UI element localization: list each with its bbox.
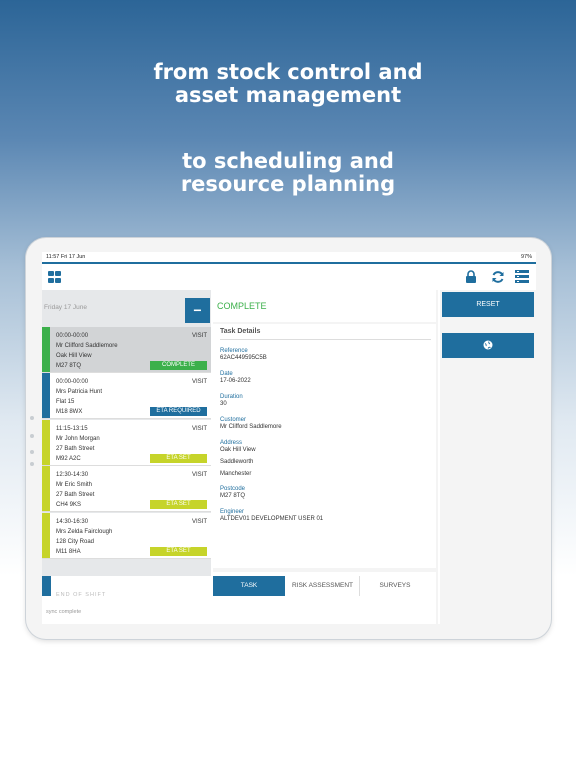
status-bar: 11:57 Fri 17 Jun 97% bbox=[42, 252, 536, 262]
headline-line: to scheduling and bbox=[182, 149, 394, 173]
card-type: VISIT bbox=[191, 333, 207, 339]
card-postcode: M18 8WX bbox=[56, 409, 83, 415]
status-color-bar bbox=[42, 513, 50, 558]
address-line: Oak Hill View bbox=[220, 447, 256, 453]
postcode-value: M27 8TQ bbox=[220, 493, 246, 499]
end-of-shift-marker bbox=[42, 576, 51, 596]
status-color-bar bbox=[42, 327, 50, 372]
tab-surveys[interactable]: SURVEYS bbox=[360, 576, 430, 596]
status-badge: ETA SET bbox=[150, 454, 207, 463]
tab-task[interactable]: TASK bbox=[213, 576, 285, 596]
end-of-shift-label: END OF SHIFT bbox=[56, 592, 107, 598]
card-type: VISIT bbox=[191, 519, 207, 525]
status-time: 11:57 Fri 17 Jun bbox=[46, 254, 86, 260]
status-color-bar bbox=[42, 373, 50, 418]
headline-scheduling: to scheduling and resource planning bbox=[0, 150, 576, 196]
schedule-card[interactable]: 14:30-16:30 VISIT Mrs Zelda Fairclough 128 … bbox=[42, 513, 211, 559]
status-color-bar bbox=[42, 466, 50, 511]
refresh-icon[interactable] bbox=[491, 270, 505, 284]
headline-line: resource planning bbox=[180, 172, 396, 196]
tablet-side-button bbox=[30, 434, 34, 438]
card-time: 12:30-14:30 bbox=[56, 472, 89, 478]
schedule-date: Friday 17 June bbox=[44, 304, 87, 311]
card-address: Flat 15 bbox=[56, 399, 75, 405]
card-postcode: CH4 9KS bbox=[56, 502, 82, 508]
engineer-value: ALTDEV01 DEVELOPMENT USER 01 bbox=[220, 516, 324, 522]
duration-value: 30 bbox=[220, 401, 227, 407]
card-postcode: M11 8HA bbox=[56, 549, 81, 555]
task-details-card: Task Details Reference 62AC449595C5B Dat… bbox=[213, 324, 436, 568]
tablet-side-button bbox=[30, 450, 34, 454]
card-time: 14:30-16:30 bbox=[56, 519, 89, 525]
postcode-label: Postcode bbox=[220, 486, 246, 492]
tablet-side-button bbox=[30, 416, 34, 420]
card-address: Oak Hill View bbox=[56, 353, 92, 359]
task-detail-panel: COMPLETE Task Details Reference 62AC4495… bbox=[213, 290, 438, 624]
card-postcode: M92 A2C bbox=[56, 456, 81, 462]
end-of-shift: END OF SHIFT bbox=[42, 576, 211, 624]
status-badge: ETA SET bbox=[150, 547, 207, 556]
address-label: Address bbox=[220, 440, 243, 446]
date-label: Date bbox=[220, 371, 233, 377]
date-value: 17-06-2022 bbox=[220, 378, 251, 384]
reset-button[interactable]: RESET bbox=[442, 292, 534, 317]
divider bbox=[220, 339, 431, 340]
task-status-header: COMPLETE bbox=[213, 290, 436, 322]
card-type: VISIT bbox=[191, 426, 207, 432]
schedule-card[interactable]: 11:15-13:15 VISIT Mr John Morgan 27 Bath St… bbox=[42, 420, 211, 466]
card-address: 27 Bath Street bbox=[56, 492, 95, 498]
grid-icon[interactable] bbox=[48, 271, 61, 283]
headline-line: from stock control and bbox=[153, 60, 423, 84]
collapse-button[interactable]: − bbox=[185, 298, 210, 323]
headline-stock-control: from stock control and asset management bbox=[0, 61, 576, 107]
schedule-card[interactable]: 12:30-14:30 VISIT Mr Eric Smith 27 Bath Str… bbox=[42, 466, 211, 512]
schedule-panel: Friday 17 June − 00:00-00:00 VISIT Mr Clif… bbox=[42, 290, 211, 624]
list-icon[interactable] bbox=[515, 270, 529, 284]
globe-icon bbox=[483, 340, 493, 350]
card-time: 11:15-13:15 bbox=[56, 426, 88, 432]
globe-button[interactable] bbox=[442, 333, 534, 358]
status-badge: ETA SET bbox=[150, 500, 207, 509]
app-screen: 11:57 Fri 17 Jun 97% Friday 17 June − 00… bbox=[42, 252, 536, 624]
card-type: VISIT bbox=[191, 472, 207, 478]
reference-value: 62AC449595C5B bbox=[220, 355, 267, 361]
reference-label: Reference bbox=[220, 348, 248, 354]
card-time: 00:00-00:00 bbox=[56, 333, 89, 339]
battery-indicator: 97% bbox=[520, 254, 532, 260]
card-customer: Mr Eric Smith bbox=[56, 482, 92, 488]
tablet-side-button bbox=[30, 462, 34, 466]
detail-tabs: TASK RISK ASSESSMENT SURVEYS bbox=[213, 572, 436, 624]
card-address: 27 Bath Street bbox=[56, 446, 95, 452]
schedule-card[interactable]: 00:00-00:00 VISIT Mr Clifford Saddlemore Oa… bbox=[42, 327, 211, 373]
customer-value: Mr Clifford Saddlemore bbox=[220, 424, 282, 430]
headline-line: asset management bbox=[174, 83, 402, 107]
status-color-bar bbox=[42, 420, 50, 465]
task-details-title: Task Details bbox=[220, 328, 261, 335]
top-toolbar bbox=[42, 262, 536, 290]
status-badge: COMPLETE bbox=[150, 361, 207, 370]
card-customer: Mrs Patricia Hunt bbox=[56, 389, 103, 395]
address-line: Saddleworth bbox=[220, 459, 254, 465]
address-line: Manchester bbox=[220, 471, 252, 477]
task-status-title: COMPLETE bbox=[217, 301, 267, 311]
card-address: 128 City Road bbox=[56, 539, 95, 545]
card-type: VISIT bbox=[191, 379, 207, 385]
card-customer: Mr Clifford Saddlemore bbox=[56, 343, 118, 349]
sync-status: sync complete bbox=[46, 609, 82, 615]
card-customer: Mrs Zelda Fairclough bbox=[56, 529, 113, 535]
customer-label: Customer bbox=[220, 417, 247, 423]
duration-label: Duration bbox=[220, 394, 243, 400]
tab-risk-assessment[interactable]: RISK ASSESSMENT bbox=[286, 576, 360, 596]
schedule-card[interactable]: 00:00-00:00 VISIT Mrs Patricia Hunt Flat 15… bbox=[42, 373, 211, 419]
status-badge: ETA REQUIRED bbox=[150, 407, 207, 416]
lock-icon[interactable] bbox=[464, 270, 478, 284]
card-time: 00:00-00:00 bbox=[56, 379, 89, 385]
engineer-label: Engineer bbox=[220, 509, 245, 515]
card-postcode: M27 8TQ bbox=[56, 363, 82, 369]
actions-panel: RESET bbox=[440, 290, 536, 624]
card-customer: Mr John Morgan bbox=[56, 436, 100, 442]
